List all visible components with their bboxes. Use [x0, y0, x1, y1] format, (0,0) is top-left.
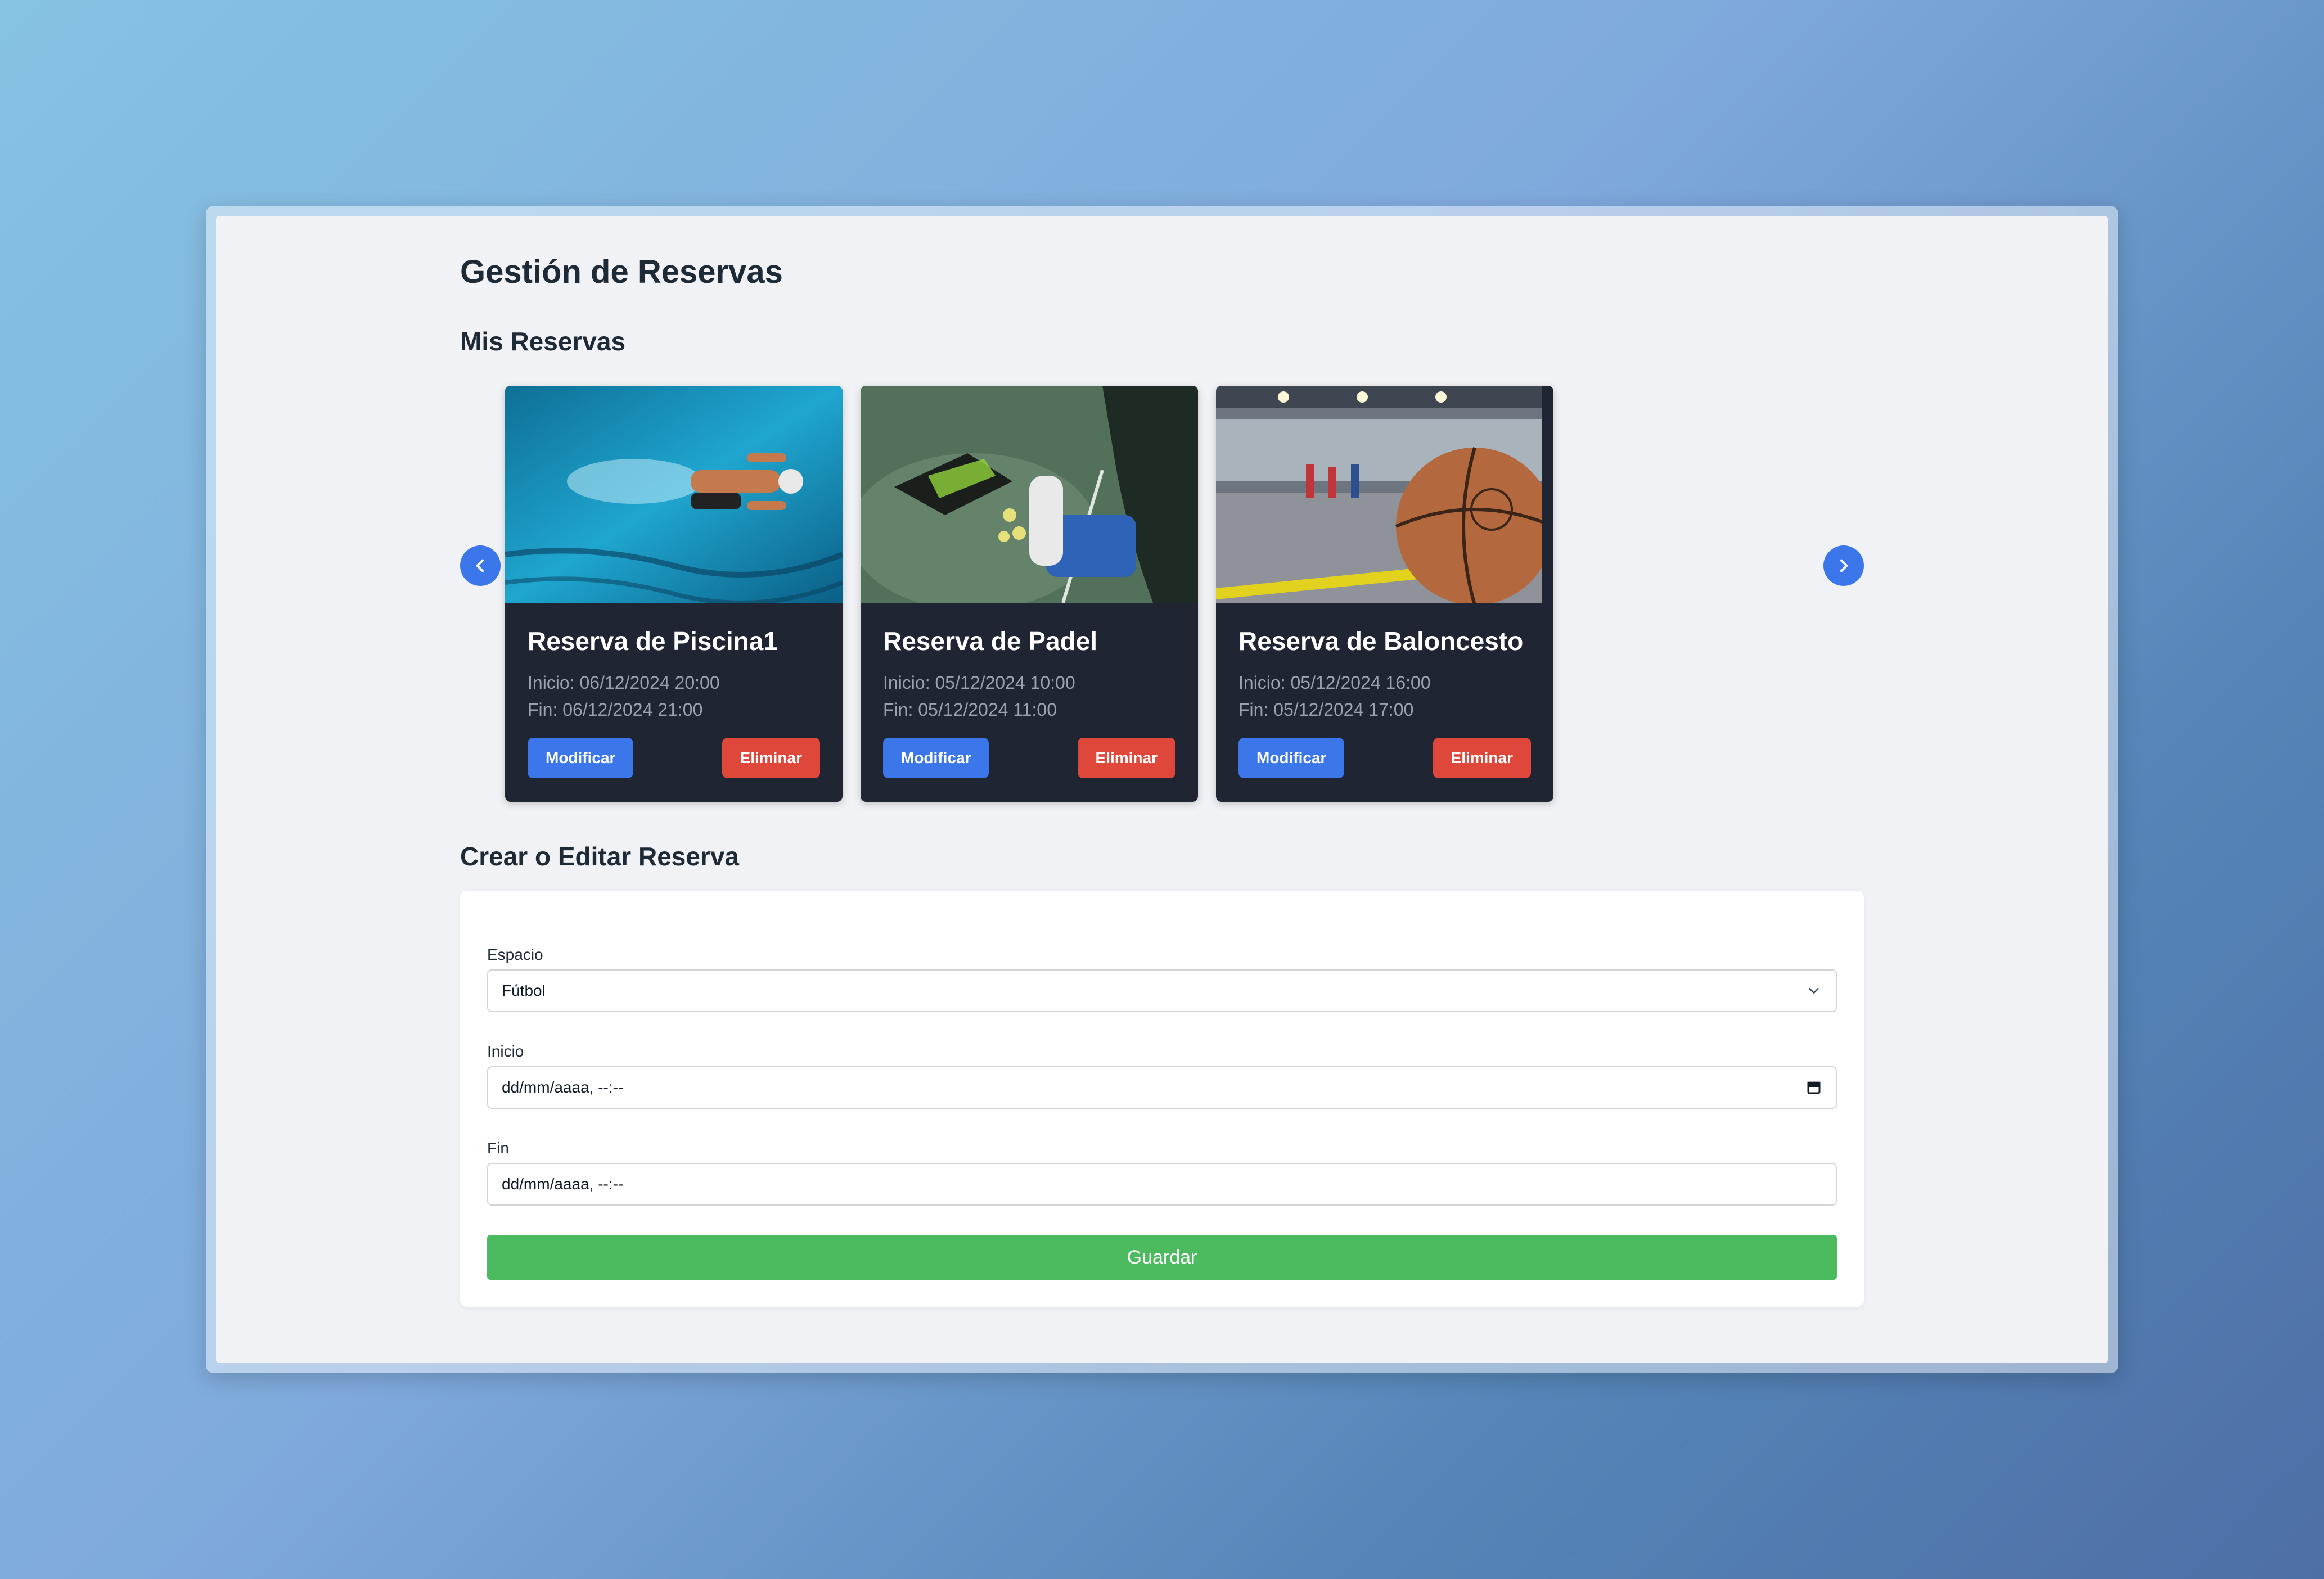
chevron-left-icon — [476, 559, 484, 572]
start-label: Inicio — [487, 1043, 524, 1060]
browser-window-frame: Gestión de Reservas Mis Reservas Reserva… — [206, 206, 2118, 1373]
modify-button[interactable]: Modificar — [528, 738, 634, 778]
carousel-next-button[interactable] — [1823, 545, 1864, 586]
card-start-time: Inicio: 05/12/2024 10:00 — [883, 673, 1075, 693]
form-heading: Crear o Editar Reserva — [460, 842, 740, 871]
modify-button[interactable]: Modificar — [883, 738, 989, 778]
booking-form: Espacio Fútbol Inicio dd/mm/aaaa, --:-- … — [460, 891, 1864, 1307]
swimming-pool-image — [505, 386, 843, 603]
end-datetime-input[interactable]: dd/mm/aaaa, --:-- — [487, 1163, 1837, 1206]
card-start-time: Inicio: 05/12/2024 16:00 — [1238, 673, 1431, 693]
modify-button[interactable]: Modificar — [1238, 738, 1345, 778]
booking-card: Reserva de Baloncesto Inicio: 05/12/2024… — [1216, 386, 1553, 802]
delete-button[interactable]: Eliminar — [1433, 738, 1531, 778]
card-start-time: Inicio: 06/12/2024 20:00 — [528, 673, 720, 693]
delete-button[interactable]: Eliminar — [722, 738, 820, 778]
card-end-time: Fin: 06/12/2024 21:00 — [528, 700, 703, 720]
padel-court-image — [861, 386, 1198, 603]
booking-card: Reserva de Padel Inicio: 05/12/2024 10:0… — [861, 386, 1198, 802]
card-end-time: Fin: 05/12/2024 17:00 — [1238, 700, 1414, 720]
chevron-right-icon — [1840, 559, 1848, 572]
card-title: Reserva de Piscina1 — [528, 626, 778, 656]
space-select[interactable]: Fútbol — [487, 969, 1837, 1012]
basketball-court-image — [1216, 386, 1553, 603]
app-window: Gestión de Reservas Mis Reservas Reserva… — [216, 216, 2108, 1363]
booking-card: Reserva de Piscina1 Inicio: 06/12/2024 2… — [505, 386, 843, 802]
save-button[interactable]: Guardar — [487, 1235, 1837, 1280]
calendar-icon[interactable] — [1805, 1079, 1822, 1096]
start-datetime-input[interactable]: dd/mm/aaaa, --:-- — [487, 1066, 1837, 1109]
card-end-time: Fin: 05/12/2024 11:00 — [883, 700, 1057, 720]
space-select-value: Fútbol — [502, 982, 546, 999]
my-bookings-heading: Mis Reservas — [460, 327, 626, 356]
carousel-prev-button[interactable] — [460, 545, 501, 586]
card-title: Reserva de Baloncesto — [1238, 626, 1524, 656]
end-datetime-value: dd/mm/aaaa, --:-- — [502, 1175, 624, 1193]
end-label: Fin — [487, 1139, 509, 1157]
page-title: Gestión de Reservas — [460, 254, 783, 290]
start-datetime-value: dd/mm/aaaa, --:-- — [502, 1079, 624, 1096]
chevron-down-icon — [1809, 988, 1819, 994]
space-label: Espacio — [487, 946, 543, 963]
card-title: Reserva de Padel — [883, 626, 1098, 656]
delete-button[interactable]: Eliminar — [1077, 738, 1175, 778]
